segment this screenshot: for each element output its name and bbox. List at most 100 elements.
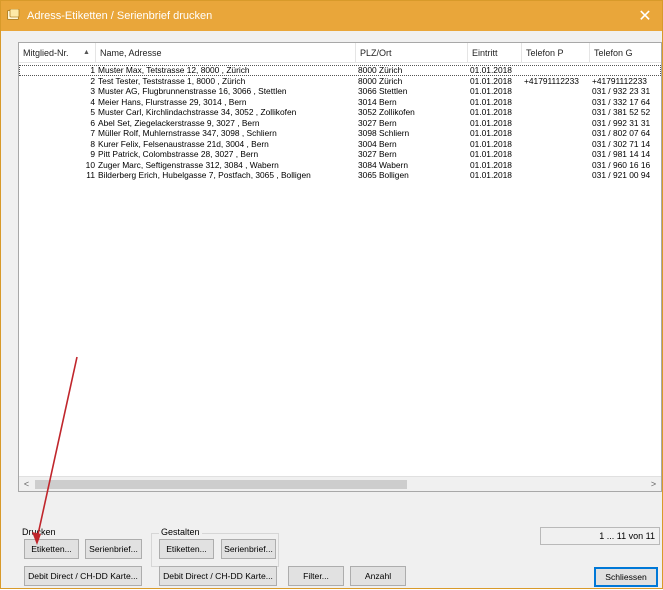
schliessen-button[interactable]: Schliessen	[594, 567, 658, 587]
table-row[interactable]: 2 Test Tester, Teststrasse 1, 8000 , Züri…	[19, 76, 661, 87]
table-row[interactable]: 6 Abel Set, Ziegelackerstrasse 9, 3027 , …	[19, 118, 661, 129]
cell-name-adresse: Abel Set, Ziegelackerstrasse 9, 3027 , B…	[98, 117, 260, 128]
cell-plz-ort: 3014 Bern	[358, 96, 397, 107]
cell-mitglied-nr: 10	[85, 159, 95, 170]
cell-plz-ort: 3004 Bern	[358, 138, 397, 149]
cell-plz-ort: 3065 Bolligen	[358, 170, 409, 180]
scroll-left-icon[interactable]: <	[19, 477, 34, 491]
cell-mitglied-nr: 7	[90, 128, 95, 138]
column-label: Mitglied-Nr.	[23, 48, 69, 58]
cell-name-adresse: Zuger Marc, Seftigenstrasse 312, 3084 , …	[98, 159, 279, 170]
cell-mitglied-nr: 1	[90, 65, 95, 75]
member-list[interactable]: Mitglied-Nr. ▲ Name, Adresse PLZ/Ort Ein…	[18, 42, 662, 492]
cell-telefon-p	[524, 97, 590, 108]
cell-plz-ort: 3084 Wabern	[358, 159, 408, 170]
cell-telefon-p	[524, 65, 590, 76]
gestalten-debit-direct-button[interactable]: Debit Direct / CH-DD Karte...	[159, 566, 277, 586]
cell-plz-ort: 3027 Bern	[358, 117, 397, 128]
horizontal-scrollbar[interactable]: < >	[19, 476, 661, 491]
sort-ascending-icon: ▲	[83, 49, 90, 56]
cell-eintritt: 01.01.2018	[470, 138, 512, 149]
cell-eintritt: 01.01.2018	[470, 75, 512, 86]
cell-telefon-g	[592, 65, 661, 76]
gestalten-group-label: Gestalten	[159, 527, 202, 537]
column-header-mitglied-nr[interactable]: Mitglied-Nr. ▲	[19, 43, 96, 63]
cell-telefon-g: +41791112233	[592, 75, 647, 86]
table-row[interactable]: 5 Muster Carl, Kirchlindachstrasse 34, 30…	[19, 107, 661, 118]
cell-mitglied-nr: 3	[90, 86, 95, 96]
cell-telefon-g: 031 / 932 23 31	[592, 86, 651, 96]
cell-telefon-p	[524, 118, 590, 129]
cell-name-adresse: Muster Max, Tetstrasse 12, 8000 , Zürich	[98, 65, 250, 75]
scroll-thumb[interactable]	[35, 480, 407, 489]
cell-telefon-p	[524, 160, 590, 171]
cell-telefon-p	[524, 107, 590, 118]
cell-telefon-g: 031 / 981 14 14	[592, 149, 651, 159]
column-header-telefon-g[interactable]: Telefon G	[590, 43, 661, 63]
table-row[interactable]: 3 Muster AG, Flugbrunnenstrasse 16, 3066 …	[19, 86, 661, 97]
cell-plz-ort: 3098 Schliern	[358, 128, 410, 138]
filter-button[interactable]: Filter...	[288, 566, 344, 586]
cell-eintritt: 01.01.2018	[470, 170, 512, 180]
cell-telefon-p: +41791112233	[524, 75, 579, 86]
table-row[interactable]: 8 Kurer Felix, Felsenaustrasse 21d, 3004 …	[19, 139, 661, 150]
table-row[interactable]: 7 Müller Rolf, Muhlernstrasse 347, 3098 ,…	[19, 128, 661, 139]
cell-mitglied-nr: 4	[90, 96, 95, 107]
cell-eintritt: 01.01.2018	[470, 128, 512, 138]
cell-name-adresse: Meier Hans, Flurstrasse 29, 3014 , Bern	[98, 96, 247, 107]
column-header-plz-ort[interactable]: PLZ/Ort	[356, 43, 468, 63]
table-row[interactable]: 10 Zuger Marc, Seftigenstrasse 312, 3084 …	[19, 160, 661, 171]
column-header-eintritt[interactable]: Eintritt	[468, 43, 522, 63]
drucken-serienbrief-button[interactable]: Serienbrief...	[85, 539, 142, 559]
cell-mitglied-nr: 11	[86, 170, 95, 180]
cell-plz-ort: 8000 Zürich	[358, 65, 403, 75]
cell-plz-ort: 8000 Zürich	[358, 75, 403, 86]
column-header-name-adresse[interactable]: Name, Adresse	[96, 43, 356, 63]
cell-eintritt: 01.01.2018	[470, 159, 512, 170]
table-row[interactable]: 11 Bilderberg Erich, Hubelgasse 7, Postfa…	[19, 170, 661, 181]
cell-telefon-p	[524, 86, 590, 97]
cell-eintritt: 01.01.2018	[470, 107, 512, 117]
gestalten-etiketten-button[interactable]: Etiketten...	[159, 539, 214, 559]
cell-telefon-g: 031 / 992 31 31	[592, 117, 651, 128]
cell-telefon-p	[524, 128, 590, 139]
cell-mitglied-nr: 8	[90, 138, 95, 149]
cell-telefon-p	[524, 170, 590, 181]
list-header: Mitglied-Nr. ▲ Name, Adresse PLZ/Ort Ein…	[19, 43, 661, 63]
table-row[interactable]: 4 Meier Hans, Flurstrasse 29, 3014 , Bern…	[19, 97, 661, 108]
cell-telefon-g: 031 / 332 17 64	[592, 96, 651, 107]
record-counter: 1 ... 11 von 11	[540, 527, 660, 545]
column-header-telefon-p[interactable]: Telefon P	[522, 43, 590, 63]
cell-name-adresse: Bilderberg Erich, Hubelgasse 7, Postfach…	[98, 170, 311, 180]
cell-telefon-g: 031 / 960 16 16	[592, 159, 651, 170]
cell-eintritt: 01.01.2018	[470, 96, 512, 107]
app-icon	[7, 8, 21, 21]
cell-mitglied-nr: 9	[90, 149, 95, 159]
gestalten-serienbrief-button[interactable]: Serienbrief...	[221, 539, 276, 559]
cell-mitglied-nr: 2	[90, 75, 95, 86]
cell-name-adresse: Muster AG, Flugbrunnenstrasse 16, 3066 ,…	[98, 86, 287, 96]
list-body: 1 Muster Max, Tetstrasse 12, 8000 , Züric…	[19, 65, 661, 181]
drucken-etiketten-button[interactable]: Etiketten...	[24, 539, 79, 559]
cell-name-adresse: Kurer Felix, Felsenaustrasse 21d, 3004 ,…	[98, 138, 269, 149]
close-button[interactable]: ✕	[628, 1, 662, 31]
cell-eintritt: 01.01.2018	[470, 117, 512, 128]
cell-eintritt: 01.01.2018	[470, 86, 512, 96]
cell-telefon-p	[524, 149, 590, 160]
title-bar: Adress-Etiketten / Serienbrief drucken ✕	[1, 1, 662, 31]
cell-telefon-g: 031 / 381 52 52	[592, 107, 651, 117]
cell-telefon-g: 031 / 302 71 14	[592, 138, 651, 149]
cell-plz-ort: 3066 Stettlen	[358, 86, 408, 96]
table-row[interactable]: 9 Pitt Patrick, Colombstrasse 28, 3027 , …	[19, 149, 661, 160]
table-row[interactable]: 1 Muster Max, Tetstrasse 12, 8000 , Züric…	[19, 65, 661, 76]
cell-plz-ort: 3052 Zollikofen	[358, 107, 415, 117]
cell-telefon-g: 031 / 921 00 94	[592, 170, 651, 180]
cell-name-adresse: Muster Carl, Kirchlindachstrasse 34, 305…	[98, 107, 297, 117]
cell-telefon-p	[524, 139, 590, 150]
drucken-debit-direct-button[interactable]: Debit Direct / CH-DD Karte...	[24, 566, 142, 586]
cell-name-adresse: Test Tester, Teststrasse 1, 8000 , Züric…	[98, 75, 246, 86]
cell-eintritt: 01.01.2018	[470, 149, 512, 159]
scroll-right-icon[interactable]: >	[646, 477, 661, 491]
cell-telefon-g: 031 / 802 07 64	[592, 128, 651, 138]
anzahl-button[interactable]: Anzahl	[350, 566, 406, 586]
